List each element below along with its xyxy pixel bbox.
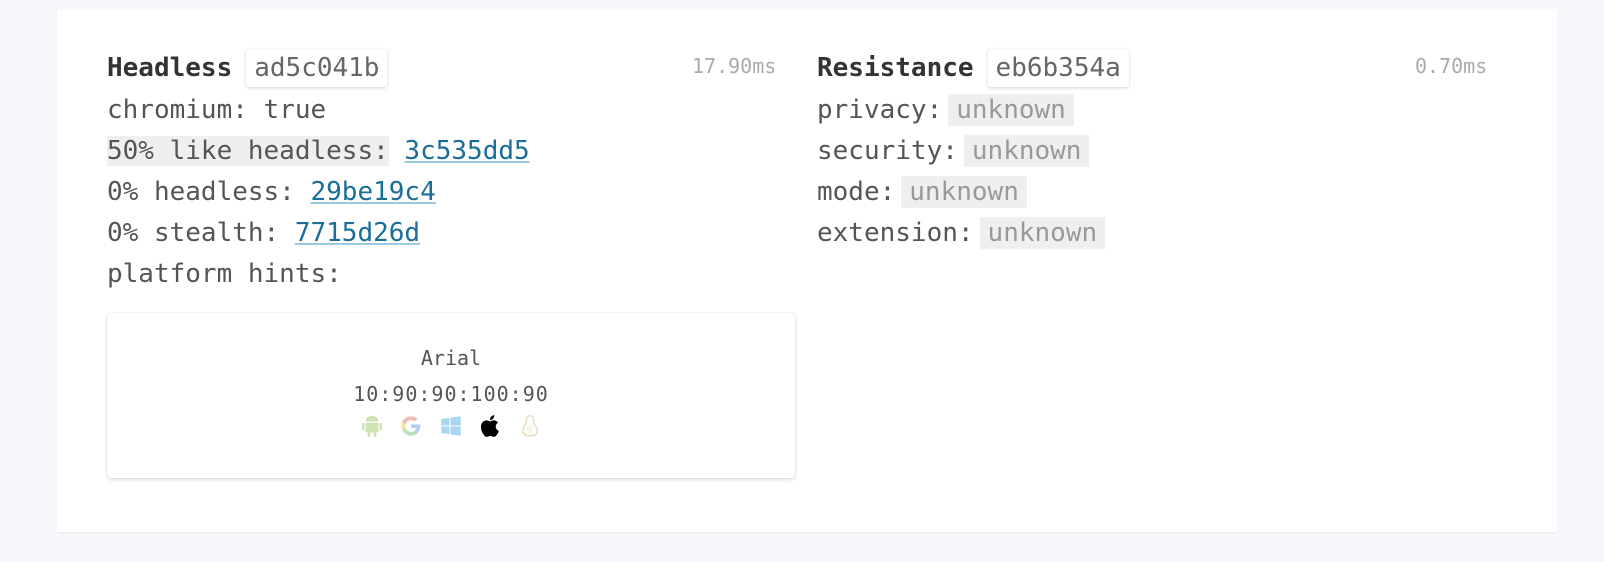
platform-hints-box: Arial 10:90:90:100:90 bbox=[107, 313, 795, 478]
apple-icon bbox=[480, 415, 499, 437]
platform-hints-label: platform hints: bbox=[107, 259, 342, 289]
platform-hints-row: platform hints: bbox=[107, 254, 342, 294]
privacy-row: privacy: unknown bbox=[817, 90, 1074, 130]
like-headless-link[interactable]: 3c535dd5 bbox=[404, 136, 529, 166]
headless-link[interactable]: 29be19c4 bbox=[311, 177, 436, 207]
headless-label: 0% headless: bbox=[107, 177, 295, 207]
stealth-label: 0% stealth: bbox=[107, 218, 280, 248]
headless-time: 17.90ms bbox=[692, 54, 777, 78]
extension-label: extension: bbox=[817, 218, 974, 248]
resistance-hash: eb6b354a bbox=[987, 49, 1129, 87]
headless-header: Headless ad5c041b bbox=[107, 48, 388, 88]
privacy-label: privacy: bbox=[817, 95, 943, 125]
google-icon bbox=[401, 416, 421, 436]
resistance-title: Resistance bbox=[817, 53, 974, 83]
security-row: security: unknown bbox=[817, 131, 1090, 171]
resistance-header: Resistance eb6b354a bbox=[817, 48, 1129, 88]
mode-value: unknown bbox=[901, 176, 1027, 208]
platform-icons bbox=[107, 413, 795, 441]
headless-title: Headless bbox=[107, 53, 233, 83]
privacy-value: unknown bbox=[948, 94, 1074, 126]
chromium-value: true bbox=[263, 95, 327, 125]
chromium-row: chromium: true bbox=[107, 90, 326, 130]
resistance-time: 0.70ms bbox=[1415, 54, 1488, 78]
font-name: Arial bbox=[420, 346, 482, 370]
linux-icon bbox=[522, 415, 539, 437]
like-headless-label: 50% like headless: bbox=[107, 136, 389, 166]
extension-row: extension: unknown bbox=[817, 213, 1106, 253]
like-headless-row: 50% like headless: 3c535dd5 bbox=[107, 131, 530, 171]
security-value: unknown bbox=[963, 135, 1090, 167]
headless-row: 0% headless: 29be19c4 bbox=[107, 172, 436, 212]
stealth-link[interactable]: 7715d26d bbox=[295, 218, 420, 248]
font-metrics: 10:90:90:100:90 bbox=[353, 382, 549, 406]
headless-hash: ad5c041b bbox=[246, 49, 388, 87]
extension-value: unknown bbox=[979, 217, 1106, 249]
android-icon bbox=[361, 415, 382, 438]
windows-icon bbox=[441, 416, 461, 436]
security-label: security: bbox=[817, 136, 958, 166]
chromium-label: chromium: bbox=[107, 95, 248, 125]
mode-row: mode: unknown bbox=[817, 172, 1027, 212]
stealth-row: 0% stealth: 7715d26d bbox=[107, 213, 420, 253]
mode-label: mode: bbox=[817, 177, 896, 207]
